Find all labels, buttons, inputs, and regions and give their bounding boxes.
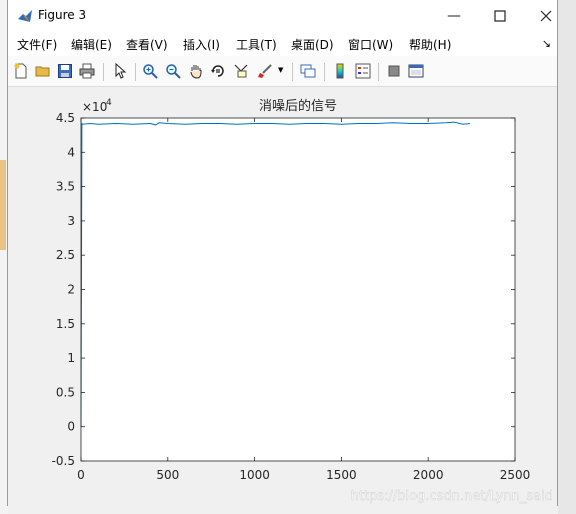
plot-canvas[interactable]: 0 500 1000 1500 2000 2500-0.500.511.522.533.5… xyxy=(8,87,557,506)
y-tick-label: 2.5 xyxy=(56,248,75,262)
show-plot-tools-button[interactable] xyxy=(406,61,426,81)
menu-help[interactable]: 帮助(H) xyxy=(409,36,451,53)
menu-window[interactable]: 窗口(W) xyxy=(348,36,393,53)
legend-icon xyxy=(355,63,371,79)
figure-window: Figure 3 — 文件(F) 编辑(E) 查看(V) 插入(I) 工具(T)… xyxy=(7,0,558,506)
menu-file[interactable]: 文件(F) xyxy=(17,36,57,53)
print-button[interactable] xyxy=(77,61,97,81)
zoom-in-button[interactable] xyxy=(140,61,160,81)
open-folder-icon xyxy=(35,66,50,77)
chart-title: 消噪后的信号 xyxy=(259,98,337,114)
y-tick-label: 0.5 xyxy=(56,385,75,399)
pan-hand-icon xyxy=(190,65,202,79)
save-icon xyxy=(58,64,72,78)
x-tick-label: 2500 xyxy=(500,468,531,482)
insert-colorbar-button[interactable] xyxy=(330,61,350,81)
new-figure-button[interactable] xyxy=(11,61,31,81)
data-cursor-button[interactable] xyxy=(231,61,251,81)
title-bar: Figure 3 — xyxy=(8,0,557,32)
colorbar-icon xyxy=(336,63,344,79)
minimize-icon: — xyxy=(447,8,461,24)
close-button[interactable] xyxy=(523,0,569,32)
brush-button[interactable] xyxy=(255,61,275,81)
y-tick-label: 1.5 xyxy=(56,317,75,331)
menu-desktop[interactable]: 桌面(D) xyxy=(291,36,334,53)
insert-legend-button[interactable] xyxy=(353,61,373,81)
x-tick-label: 2000 xyxy=(413,468,444,482)
y-tick-label: 2 xyxy=(67,283,75,297)
menu-edit[interactable]: 编辑(E) xyxy=(71,36,112,53)
figure-canvas: 0 500 1000 1500 2000 2500 -0.5 0 0.5 1 1.5 2 2.5 3 3.5… xyxy=(8,87,557,506)
rotate-3d-button[interactable] xyxy=(208,61,228,81)
maximize-button[interactable] xyxy=(477,0,523,32)
hide-plot-tools-button[interactable] xyxy=(384,61,404,81)
x-tick-label: 0 xyxy=(77,468,85,482)
y-tick-label: 4 xyxy=(67,145,75,159)
x-tick-label: 500 xyxy=(156,468,179,482)
pointer-icon xyxy=(115,63,127,79)
print-icon xyxy=(79,63,95,79)
rotate-3d-icon xyxy=(211,65,224,77)
y-tick-label: 3.5 xyxy=(56,180,75,194)
link-plot-button[interactable] xyxy=(298,61,318,81)
y-tick-label: 1 xyxy=(67,351,75,365)
y-tick-label: 0 xyxy=(67,420,75,434)
menu-insert[interactable]: 插入(I) xyxy=(183,36,220,53)
matlab-logo-icon xyxy=(17,8,33,24)
zoom-in-icon xyxy=(143,64,158,79)
toolbar-separator xyxy=(378,63,379,81)
x-tick-label: 1000 xyxy=(239,468,270,482)
y-tick-label: 4.5 xyxy=(56,111,75,125)
figure-toolbar: ▼ xyxy=(8,56,557,87)
axes-background xyxy=(81,118,515,461)
data-cursor-icon xyxy=(234,64,248,78)
dock-arrow-icon[interactable]: ↘ xyxy=(542,37,551,50)
toolbar-separator xyxy=(324,63,325,81)
close-icon xyxy=(540,10,552,22)
zoom-out-icon xyxy=(166,64,181,79)
show-plot-tools-icon xyxy=(408,64,424,78)
toolbar-separator xyxy=(135,63,136,81)
menu-tools[interactable]: 工具(T) xyxy=(236,36,277,53)
menu-bar: 文件(F) 编辑(E) 查看(V) 插入(I) 工具(T) 桌面(D) 窗口(W… xyxy=(8,32,557,56)
background-window-right xyxy=(558,0,576,514)
new-figure-icon xyxy=(14,63,27,79)
background-plot-fragment xyxy=(0,160,6,250)
hide-plot-tools-icon xyxy=(388,65,400,77)
edit-plot-button[interactable] xyxy=(110,61,130,81)
pan-button[interactable] xyxy=(186,61,206,81)
zoom-out-button[interactable] xyxy=(163,61,183,81)
y-exponent-power: 4 xyxy=(106,98,112,108)
save-button[interactable] xyxy=(55,61,75,81)
toolbar-separator xyxy=(292,63,293,81)
open-file-button[interactable] xyxy=(33,61,53,81)
menu-view[interactable]: 查看(V) xyxy=(126,36,168,53)
maximize-icon xyxy=(494,10,506,22)
x-tick-label: 1500 xyxy=(326,468,357,482)
y-tick-label: 3 xyxy=(67,214,75,228)
window-title: Figure 3 xyxy=(38,8,87,22)
brush-dropdown-icon[interactable]: ▼ xyxy=(278,66,283,74)
watermark: https://blog.csdn.net/Lynn_said xyxy=(351,489,553,504)
y-exponent-label: ×10 xyxy=(82,100,107,114)
y-tick-label: -0.5 xyxy=(52,454,75,468)
brush-icon xyxy=(258,64,272,78)
toolbar-separator xyxy=(103,63,104,81)
minimize-button[interactable]: — xyxy=(431,0,477,32)
link-plot-icon xyxy=(300,64,316,78)
